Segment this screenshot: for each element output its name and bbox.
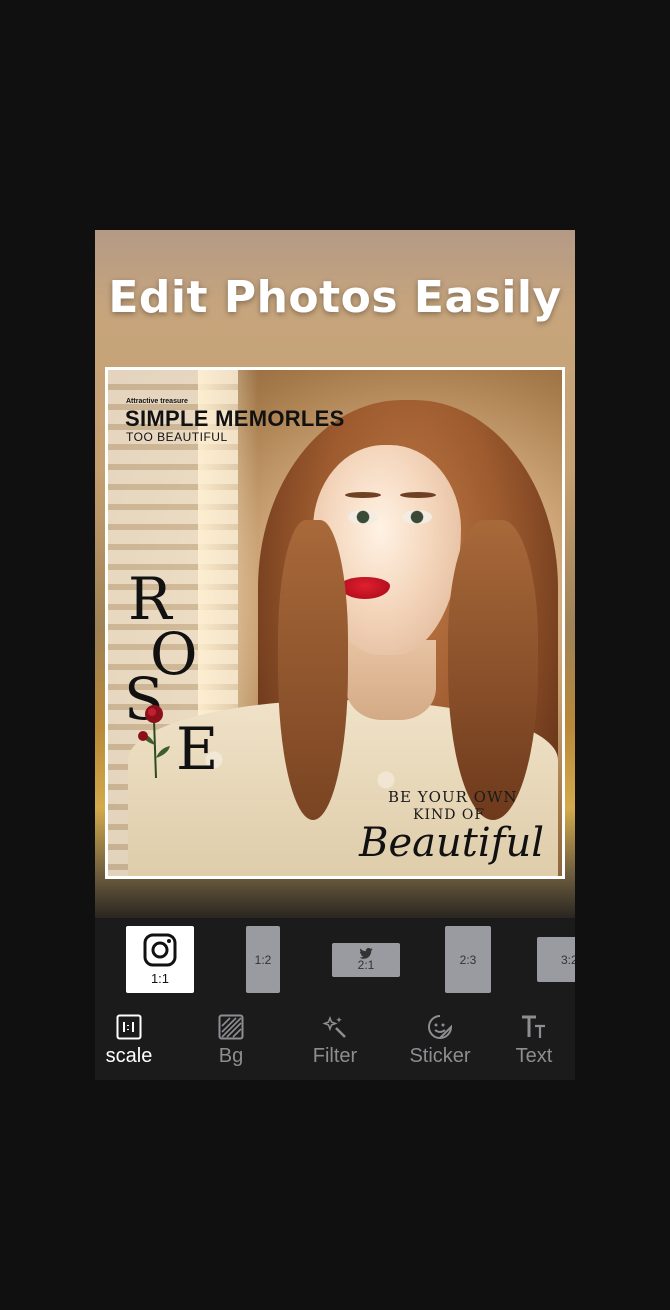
ratio-1-2-button[interactable]: 1:2 xyxy=(246,926,280,993)
right-brow xyxy=(400,492,436,498)
ratio-3-2-button[interactable]: 3:2 xyxy=(537,937,575,982)
ratio-2-1-button[interactable]: 2:1 xyxy=(332,943,400,977)
ratio-1-1-button[interactable]: 1:1 xyxy=(126,926,194,993)
ratio-label: 1:1 xyxy=(150,971,170,986)
tab-label: scale xyxy=(105,1045,153,1067)
aspect-ratio-strip: 1:1 1:2 2:1 2:3 3:2 xyxy=(95,918,575,998)
background-icon xyxy=(217,1013,245,1041)
bottom-tab-bar: scale Bg Filter Sticker Text xyxy=(95,998,575,1080)
scale-icon xyxy=(115,1013,143,1041)
right-eye xyxy=(402,510,432,524)
tab-label: Text xyxy=(515,1045,553,1067)
tab-label: Filter xyxy=(312,1045,358,1067)
app-screen: Edit Photos Easily Attractive treasure S… xyxy=(95,230,575,1080)
rose-letter-e: E xyxy=(176,715,219,783)
ratio-label: 3:2 xyxy=(561,952,575,967)
text-icon xyxy=(520,1013,548,1041)
quote-line-1: BE YOUR OWN xyxy=(388,788,518,806)
ratio-label: 2:1 xyxy=(357,958,375,973)
headline: Edit Photos Easily xyxy=(108,272,562,323)
ratio-label: 1:2 xyxy=(254,952,272,967)
tab-bg[interactable]: Bg xyxy=(183,998,279,1080)
hair-strand-left xyxy=(278,520,348,820)
overlay-subtitle: TOO BEAUTIFUL xyxy=(126,430,228,444)
tab-text[interactable]: Text xyxy=(486,998,575,1080)
instagram-icon xyxy=(143,933,177,967)
left-eye xyxy=(348,510,378,524)
tab-scale[interactable]: scale xyxy=(95,998,177,1080)
tab-sticker[interactable]: Sticker xyxy=(392,998,488,1080)
hair-strand-right xyxy=(448,520,538,820)
rose-flower-icon xyxy=(138,705,170,779)
sticker-icon xyxy=(426,1013,454,1041)
quote-script: Beautiful xyxy=(359,820,544,866)
left-brow xyxy=(345,492,381,498)
photo-preview[interactable]: Attractive treasure SIMPLE MEMORLES TOO … xyxy=(105,367,565,879)
tab-filter[interactable]: Filter xyxy=(287,998,383,1080)
filter-sparkle-icon xyxy=(321,1013,349,1041)
ratio-2-3-button[interactable]: 2:3 xyxy=(445,926,491,993)
overlay-small-text: Attractive treasure xyxy=(126,398,188,405)
tab-label: Bg xyxy=(218,1045,244,1067)
tab-label: Sticker xyxy=(409,1045,471,1067)
ratio-label: 2:3 xyxy=(459,952,477,967)
overlay-title: SIMPLE MEMORLES xyxy=(125,406,345,431)
editor-canvas: Edit Photos Easily Attractive treasure S… xyxy=(95,230,575,918)
